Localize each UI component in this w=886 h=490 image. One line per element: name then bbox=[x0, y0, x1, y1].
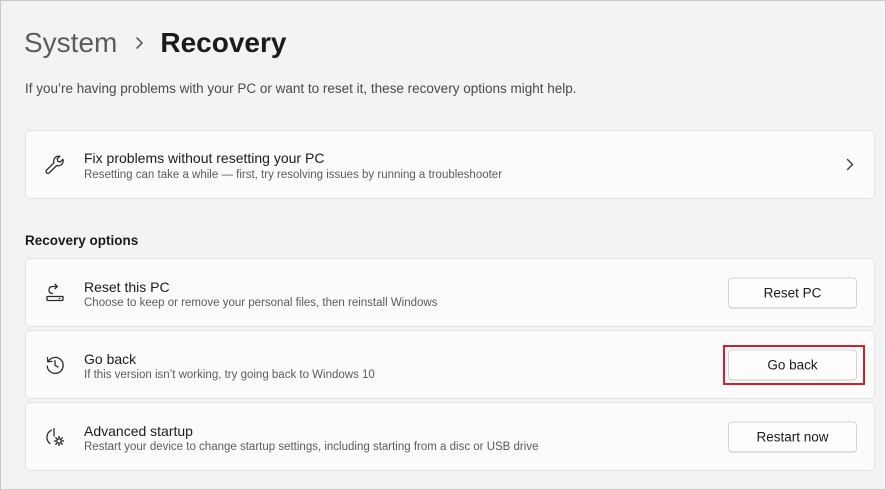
breadcrumb: System Recovery bbox=[24, 25, 286, 61]
breadcrumb-system-link[interactable]: System bbox=[24, 25, 117, 61]
restart-now-button[interactable]: Restart now bbox=[728, 421, 857, 452]
advanced-startup-description: Restart your device to change startup se… bbox=[84, 441, 539, 453]
reset-pc-card: Reset this PC Choose to keep or remove y… bbox=[25, 258, 875, 327]
advanced-startup-title: Advanced startup bbox=[84, 423, 193, 439]
reset-pc-icon bbox=[42, 280, 68, 306]
page-title: Recovery bbox=[160, 27, 287, 58]
reset-pc-button[interactable]: Reset PC bbox=[728, 277, 857, 308]
go-back-description: If this version isn’t working, try going… bbox=[84, 369, 375, 381]
fix-problems-title: Fix problems without resetting your PC bbox=[84, 150, 325, 166]
reset-pc-description: Choose to keep or remove your personal f… bbox=[84, 297, 438, 309]
advanced-startup-icon bbox=[42, 424, 68, 450]
go-back-title: Go back bbox=[84, 351, 137, 367]
advanced-startup-card: Advanced startup Restart your device to … bbox=[25, 402, 875, 471]
chevron-right-icon bbox=[135, 36, 144, 50]
history-icon bbox=[42, 352, 68, 378]
reset-pc-title: Reset this PC bbox=[84, 279, 170, 295]
recovery-options-heading: Recovery options bbox=[25, 233, 139, 248]
fix-problems-description: Resetting can take a while — first, try … bbox=[84, 169, 503, 181]
fix-problems-card[interactable]: Fix problems without resetting your PC R… bbox=[25, 130, 875, 199]
go-back-card: Go back If this version isn’t working, t… bbox=[25, 330, 875, 399]
go-back-button[interactable]: Go back bbox=[728, 349, 857, 380]
wrench-icon bbox=[42, 152, 68, 178]
intro-text: If you’re having problems with your PC o… bbox=[25, 81, 577, 96]
chevron-right-icon[interactable] bbox=[844, 158, 856, 172]
